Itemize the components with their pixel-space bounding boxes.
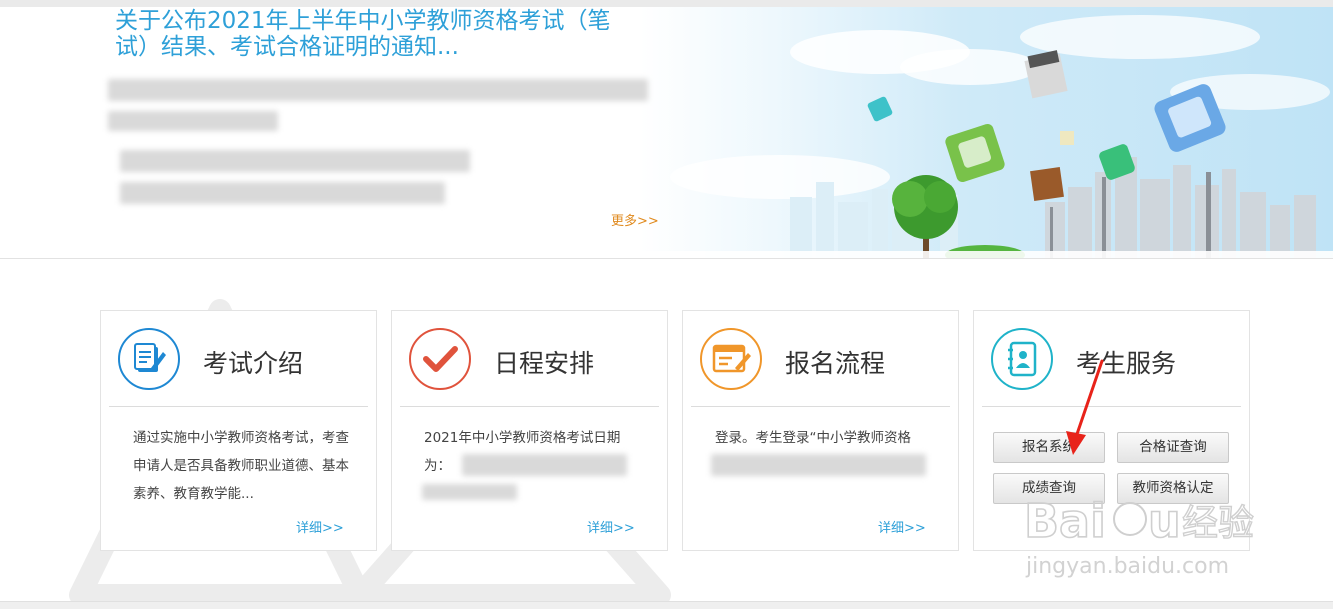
blurred-text [462, 454, 627, 476]
card-rule [691, 406, 950, 407]
certificate-query-button[interactable]: 合格证查询 [1117, 432, 1229, 463]
city-illustration [640, 15, 1333, 259]
card-description: 通过实施中小学教师资格考试，考查申请人是否具备教师职业道德、基本素养、教育教学能… [133, 430, 349, 502]
blurred-text [108, 79, 648, 101]
card-title[interactable]: 报名流程 [785, 344, 885, 380]
top-strip [0, 0, 1333, 7]
card-description: 登录。考生登录“中小学教师资格 [715, 430, 911, 446]
section-divider [0, 258, 1333, 259]
blurred-text [422, 484, 517, 500]
blurred-text [108, 111, 278, 131]
svg-text:jingyan.baidu.com: jingyan.baidu.com [1025, 554, 1229, 579]
card-title[interactable]: 考试介绍 [203, 344, 303, 380]
form-edit-icon [700, 328, 762, 390]
card-exam-intro: 考试介绍 通过实施中小学教师资格考试，考查申请人是否具备教师职业道德、基本素养、… [100, 310, 377, 551]
card-title[interactable]: 日程安排 [494, 344, 594, 380]
card-rule [109, 406, 368, 407]
svg-text:Bai: Bai [1024, 494, 1106, 548]
card-registration-process: 报名流程 登录。考生登录“中小学教师资格 详细>> [682, 310, 959, 551]
detail-link[interactable]: 详细>> [296, 517, 344, 536]
news-headline-line2[interactable]: 试）结果、考试合格证明的通知... [115, 27, 459, 61]
baidu-jingyan-watermark: Bai u 经验 jingyan.baidu.com [1023, 493, 1255, 579]
card-schedule: 日程安排 2021年中小学教师资格考试日期为： 详细>> [391, 310, 668, 551]
detail-link[interactable]: 详细>> [878, 517, 926, 536]
blurred-text [120, 182, 445, 204]
red-arrow-annotation [1066, 359, 1104, 455]
page: 关于公布2021年上半年中小学教师资格考试（笔 试）结果、考试合格证明的通知..… [0, 0, 1333, 609]
card-rule [400, 406, 659, 407]
document-edit-icon [118, 328, 180, 390]
blurred-text [120, 150, 470, 172]
detail-link[interactable]: 详细>> [587, 517, 635, 536]
svg-text:经验: 经验 [1182, 503, 1254, 544]
bottom-strip [0, 601, 1333, 609]
blurred-text [711, 454, 926, 476]
checkmark-icon [409, 328, 471, 390]
svg-text:u: u [1148, 494, 1181, 548]
news-banner: 关于公布2021年上半年中小学教师资格考试（笔 试）结果、考试合格证明的通知..… [0, 7, 1333, 259]
